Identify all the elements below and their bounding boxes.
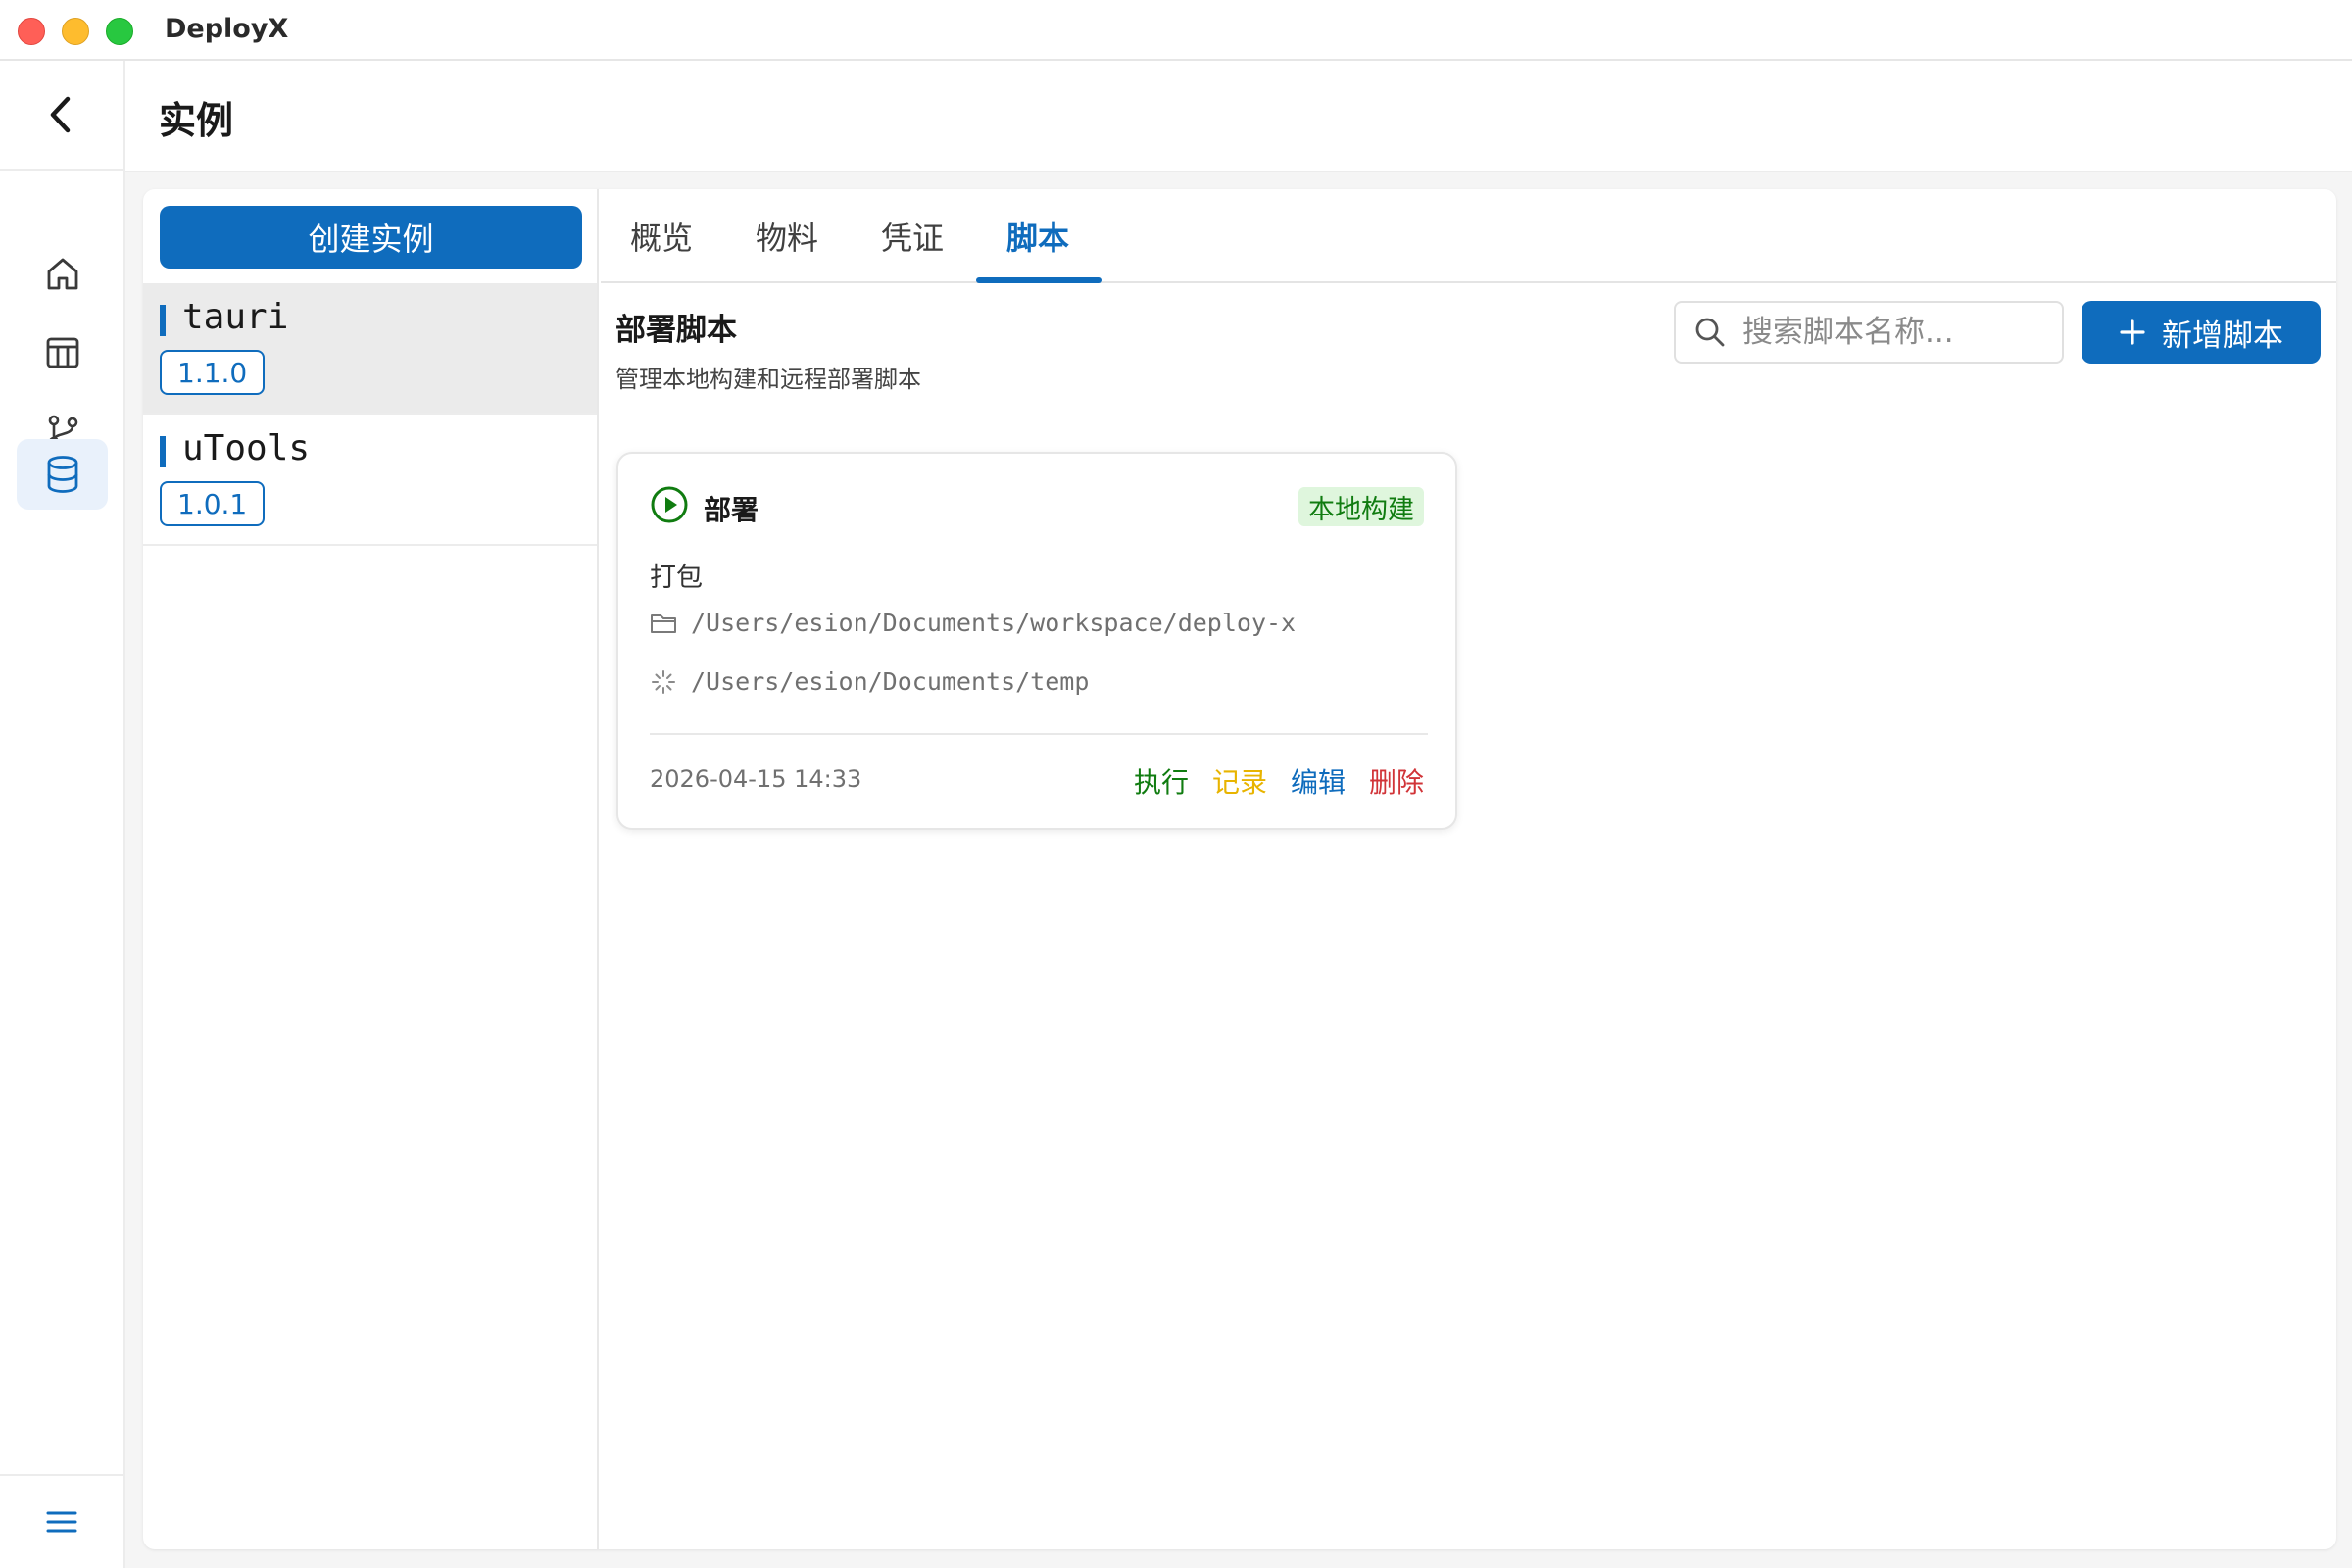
search-input[interactable] xyxy=(1742,315,2056,350)
folder-icon xyxy=(651,613,676,633)
table-icon xyxy=(46,337,78,368)
output-dir-row: /Users/esion/Documents/temp xyxy=(650,667,1089,696)
instance-name: tauri xyxy=(182,297,289,337)
tab-bar xyxy=(601,189,2336,283)
section-title: 部署脚本 xyxy=(615,313,737,348)
home-icon xyxy=(47,258,77,290)
script-date: 2026-04-15 14:33 xyxy=(650,765,862,793)
script-description: 打包 xyxy=(650,563,703,593)
play-circle-icon xyxy=(651,486,688,523)
log-button[interactable]: 记录 xyxy=(1212,761,1267,801)
tab-credentials[interactable]: 凭证 xyxy=(881,189,944,283)
page-title: 实例 xyxy=(159,99,234,142)
instance-item-tauri[interactable]: tauri 1.1.0 xyxy=(143,283,597,415)
instance-accent-bar xyxy=(160,436,166,467)
menu-button[interactable] xyxy=(0,1474,123,1568)
edit-button[interactable]: 编辑 xyxy=(1291,761,1346,801)
back-button[interactable] xyxy=(0,61,123,171)
window-minimize-button[interactable] xyxy=(62,18,89,45)
main-panel: 创建实例 tauri 1.1.0 uTools 1.0.1 概览 物料 凭证 脚… xyxy=(143,189,2336,1549)
search-box[interactable] xyxy=(1674,301,2064,364)
page-header: 实例 xyxy=(125,61,2352,172)
script-title: 部署 xyxy=(704,494,760,526)
nav-database[interactable] xyxy=(17,439,108,510)
nav-rail xyxy=(0,61,125,1568)
card-actions: 执行 记录 编辑 删除 xyxy=(1134,761,1424,801)
create-instance-button[interactable]: 创建实例 xyxy=(160,206,582,269)
menu-icon xyxy=(46,1511,77,1533)
window-close-button[interactable] xyxy=(18,18,45,45)
add-script-label: 新增脚本 xyxy=(2162,318,2283,354)
card-divider xyxy=(650,733,1428,735)
instance-item-utools[interactable]: uTools 1.0.1 xyxy=(143,415,597,546)
search-icon xyxy=(1695,318,1725,347)
nav-table[interactable] xyxy=(17,318,108,388)
app-title: DeployX xyxy=(165,14,289,44)
work-dir-path: /Users/esion/Documents/workspace/deploy-… xyxy=(691,609,1297,637)
add-script-button[interactable]: 新增脚本 xyxy=(2082,301,2321,364)
title-bar: DeployX xyxy=(0,0,2352,61)
delete-button[interactable]: 删除 xyxy=(1369,761,1424,801)
window-zoom-button[interactable] xyxy=(106,18,133,45)
script-type-tag: 本地构建 xyxy=(1298,487,1424,526)
tab-overview[interactable]: 概览 xyxy=(630,189,693,283)
database-icon xyxy=(47,456,77,493)
nav-home[interactable] xyxy=(17,239,108,310)
work-dir-row: /Users/esion/Documents/workspace/deploy-… xyxy=(650,609,1296,637)
run-button[interactable]: 执行 xyxy=(1134,761,1189,801)
plus-icon xyxy=(2120,319,2145,345)
script-card: 部署 本地构建 打包 /Users/esion/Documents/worksp… xyxy=(616,452,1457,830)
instance-name: uTools xyxy=(182,428,311,468)
tab-materials[interactable]: 物料 xyxy=(756,189,818,283)
version-badge: 1.0.1 xyxy=(160,481,266,526)
chevron-left-icon xyxy=(50,96,71,133)
active-tab-indicator xyxy=(976,277,1102,283)
version-badge: 1.1.0 xyxy=(160,350,266,395)
tab-scripts[interactable]: 脚本 xyxy=(1006,189,1069,283)
output-dir-path: /Users/esion/Documents/temp xyxy=(691,667,1090,696)
section-subtitle: 管理本地构建和远程部署脚本 xyxy=(615,366,921,393)
loading-icon xyxy=(652,669,675,694)
instance-accent-bar xyxy=(160,305,166,336)
instance-list: 创建实例 tauri 1.1.0 uTools 1.0.1 xyxy=(143,189,599,1549)
